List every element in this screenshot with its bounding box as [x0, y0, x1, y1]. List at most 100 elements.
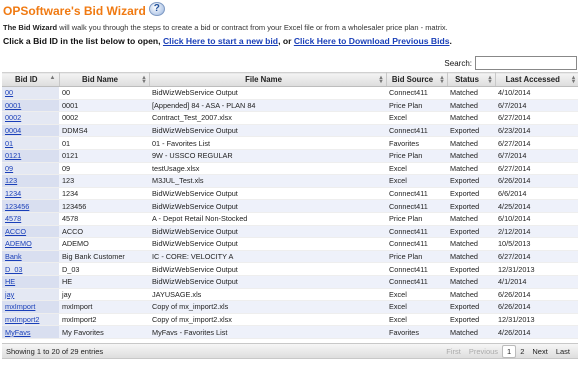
bid-id-link[interactable]: 0004: [5, 126, 21, 135]
bid-id-cell: 123: [2, 174, 59, 188]
bid-id-link[interactable]: 123: [5, 176, 17, 185]
page-1-button[interactable]: 1: [502, 344, 517, 358]
sort-icon: ▴ ▾: [440, 75, 444, 85]
search-input[interactable]: [475, 56, 577, 70]
status-cell: Matched: [447, 111, 495, 125]
last-accessed-cell: 6/7/2014: [495, 99, 578, 113]
table-row: mxImport2 mxImport2 Copy of mx_import2.xls…: [2, 313, 578, 327]
bid-id-link[interactable]: 01: [5, 139, 13, 148]
bid-source-cell: Excel: [386, 174, 447, 188]
table-row: ADEMO ADEMO BidWizWebService Output Connect…: [2, 237, 578, 251]
column-header-bid-name[interactable]: Bid Name ▴ ▾: [59, 72, 150, 87]
table-row: 09 09 testUsage.xlsx Excel Matched 6/27/2014: [2, 162, 578, 176]
bid-source-cell: Excel: [386, 162, 447, 176]
column-header-bid-source[interactable]: Bid Source ▴ ▾: [386, 72, 448, 87]
bid-name-cell: My Favorites: [59, 325, 149, 339]
bid-id-link[interactable]: ACCO: [5, 227, 26, 236]
bid-id-link[interactable]: 0001: [5, 101, 21, 110]
bid-id-link[interactable]: 00: [5, 88, 13, 97]
bid-id-link[interactable]: 4578: [5, 214, 21, 223]
bid-id-link[interactable]: ADEMO: [5, 239, 32, 248]
bid-id-link[interactable]: D_03: [5, 265, 22, 274]
bid-id-link[interactable]: 1234: [5, 189, 21, 198]
previous-page-button[interactable]: Previous: [465, 346, 502, 357]
table-row: 01 01 01 - Favorites List Favorites Matched 6…: [2, 136, 578, 150]
first-page-button[interactable]: First: [442, 346, 465, 357]
bid-source-cell: Connect411: [386, 237, 447, 251]
last-accessed-cell: 12/31/2013: [495, 313, 578, 327]
bid-source-cell: Favorites: [386, 136, 447, 150]
bid-id-cell: 0121: [2, 149, 59, 163]
status-cell: Exported: [447, 262, 495, 276]
download-bids-link[interactable]: Click Here to Download Previous Bids: [294, 36, 450, 46]
bid-id-link[interactable]: 0002: [5, 113, 21, 122]
bid-id-link[interactable]: 123456: [5, 202, 29, 211]
bid-id-cell: 1234: [2, 187, 59, 201]
status-cell: Matched: [447, 288, 495, 302]
column-header-file-name[interactable]: File Name ▴ ▾: [149, 72, 387, 87]
last-accessed-cell: 6/7/2014: [495, 149, 578, 163]
bid-id-cell: ACCO: [2, 225, 59, 239]
bid-source-cell: Connect411: [386, 199, 447, 213]
bid-id-link[interactable]: HE: [5, 277, 15, 286]
status-cell: Exported: [447, 199, 495, 213]
status-cell: Exported: [447, 174, 495, 188]
status-cell: Exported: [447, 300, 495, 314]
page-2-button[interactable]: 2: [516, 346, 528, 357]
instructions: Click a Bid ID in the list below to open…: [3, 36, 577, 46]
column-header-status[interactable]: Status ▴ ▾: [447, 72, 496, 87]
table-footer: Showing 1 to 20 of 29 entries First Prev…: [2, 343, 578, 359]
bids-table-wrapper: Bid ID ▲ Bid Name ▴ ▾ File Name ▴ ▾ Bid Sourc…: [2, 72, 578, 339]
intro-bold: The Bid Wizard: [3, 23, 58, 32]
bid-name-cell: 123: [59, 174, 149, 188]
status-cell: Matched: [447, 237, 495, 251]
search-area: Search:: [444, 55, 577, 71]
last-accessed-cell: 12/31/2013: [495, 262, 578, 276]
bid-source-cell: Connect411: [386, 124, 447, 138]
bid-id-link[interactable]: MyFavs: [5, 328, 31, 337]
bid-id-link[interactable]: mxImport2: [5, 315, 39, 324]
bid-id-cell: 4578: [2, 212, 59, 226]
bid-source-cell: Excel: [386, 111, 447, 125]
bid-name-cell: 1234: [59, 187, 149, 201]
bid-source-cell: Excel: [386, 300, 447, 314]
bid-name-cell: DDMS4: [59, 124, 149, 138]
last-page-button[interactable]: Last: [552, 346, 574, 357]
file-name-cell: Copy of mx_import2.xlsx: [149, 313, 386, 327]
next-page-button[interactable]: Next: [528, 346, 551, 357]
table-row: 4578 4578 A - Depot Retail Non-Stocked Pric…: [2, 212, 578, 226]
status-cell: Exported: [447, 313, 495, 327]
last-accessed-cell: 4/1/2014: [495, 275, 578, 289]
table-header-row: Bid ID ▲ Bid Name ▴ ▾ File Name ▴ ▾ Bid Sourc…: [2, 72, 578, 87]
bid-id-link[interactable]: mxImport: [5, 302, 35, 311]
file-name-cell: BidWizWebService Output: [149, 199, 386, 213]
question-mark-icon[interactable]: ?: [148, 1, 165, 16]
bid-name-cell: ACCO: [59, 225, 149, 239]
status-cell: Matched: [447, 325, 495, 339]
status-cell: Exported: [447, 124, 495, 138]
file-name-cell: BidWizWebService Output: [149, 187, 386, 201]
file-name-cell: testUsage.xlsx: [149, 162, 386, 176]
new-bid-link[interactable]: Click Here to start a new bid: [163, 36, 278, 46]
instr-prefix: Click a Bid ID in the list below to open…: [3, 36, 163, 46]
search-label: Search:: [444, 58, 472, 68]
last-accessed-cell: 6/27/2014: [495, 111, 578, 125]
table-row: mxImport mxImport Copy of mx_import2.xls Ex…: [2, 300, 578, 314]
table-row: jay jay JAYUSAGE.xls Excel Matched 6/26/2014: [2, 288, 578, 302]
bid-id-link[interactable]: jay: [5, 290, 14, 299]
pagination: First Previous 1 2 Next Last: [442, 344, 574, 358]
status-cell: Matched: [447, 212, 495, 226]
status-cell: Exported: [447, 225, 495, 239]
column-header-bid-id[interactable]: Bid ID ▲: [2, 72, 60, 87]
table-row: MyFavs My Favorites MyFavs - Favorites Lis…: [2, 325, 578, 339]
bid-id-link[interactable]: Bank: [5, 252, 22, 261]
bid-name-cell: 09: [59, 162, 149, 176]
bid-id-link[interactable]: 0121: [5, 151, 21, 160]
bid-source-cell: Connect411: [386, 86, 447, 100]
column-header-last-accessed[interactable]: Last Accessed ▴ ▾: [495, 72, 578, 87]
file-name-cell: Contract_Test_2007.xlsx: [149, 111, 386, 125]
bid-name-cell: 0002: [59, 111, 149, 125]
intro-rest: will walk you through the steps to creat…: [57, 23, 448, 32]
status-cell: Matched: [447, 275, 495, 289]
bid-id-link[interactable]: 09: [5, 164, 13, 173]
